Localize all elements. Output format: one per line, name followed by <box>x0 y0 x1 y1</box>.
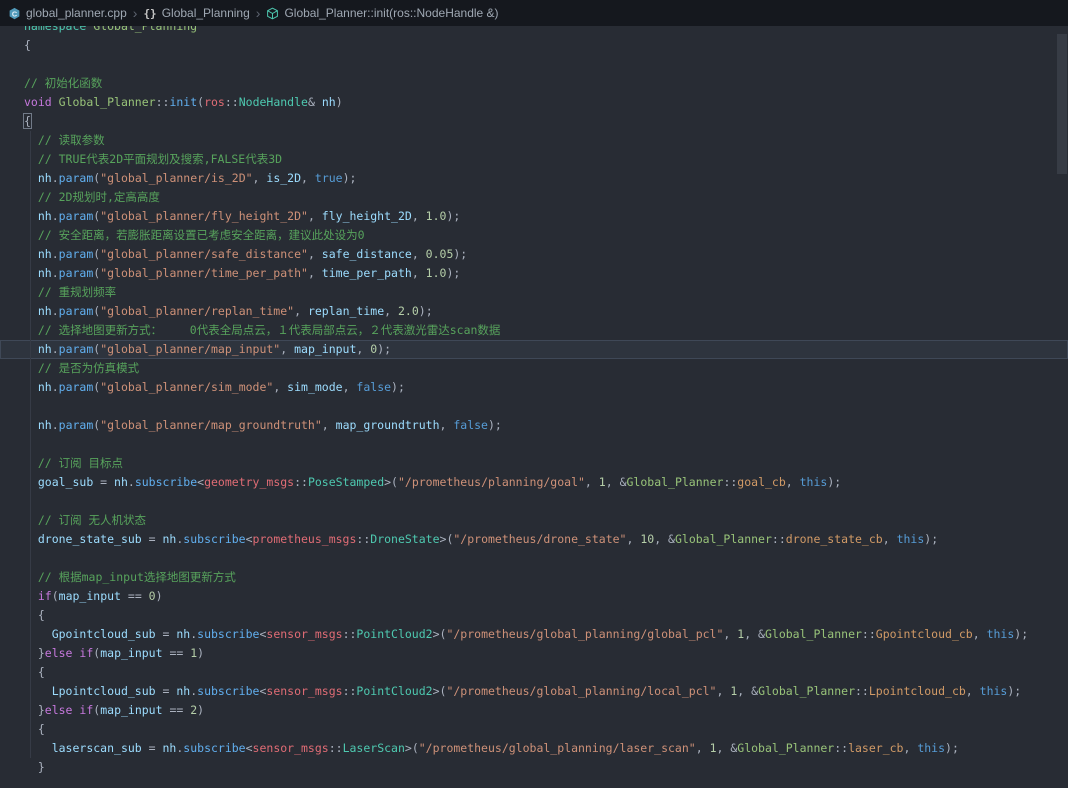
code-line[interactable]: drone_state_sub = nh.subscribe<prometheu… <box>0 530 1068 549</box>
breadcrumb-item-namespace[interactable]: {} Global_Planning <box>143 6 249 20</box>
code-line[interactable]: nh.param("global_planner/map_input", map… <box>0 340 1068 359</box>
code-line[interactable]: { <box>0 112 1068 131</box>
method-symbol-icon <box>266 7 279 20</box>
code-line[interactable]: // 根据map_input选择地图更新方式 <box>0 568 1068 587</box>
breadcrumb-namespace-label: Global_Planning <box>161 6 250 20</box>
breadcrumb: C global_planner.cpp › {} Global_Plannin… <box>0 0 1068 26</box>
code-line[interactable] <box>0 397 1068 416</box>
code-line[interactable]: nh.param("global_planner/sim_mode", sim_… <box>0 378 1068 397</box>
code-line[interactable] <box>0 492 1068 511</box>
code-line[interactable]: // 订阅 无人机状态 <box>0 511 1068 530</box>
code-line[interactable]: nh.param("global_planner/time_per_path",… <box>0 264 1068 283</box>
indent-guide <box>30 131 31 758</box>
code-line[interactable]: // 是否为仿真模式 <box>0 359 1068 378</box>
code-line[interactable]: { <box>0 720 1068 739</box>
code-line[interactable]: // 选择地图更新方式： 0代表全局点云，１代表局部点云，２代表激光雷达scan… <box>0 321 1068 340</box>
code-line[interactable]: { <box>0 36 1068 55</box>
breadcrumb-item-symbol[interactable]: Global_Planner::init(ros::NodeHandle &) <box>266 6 499 20</box>
code-line[interactable]: goal_sub = nh.subscribe<geometry_msgs::P… <box>0 473 1068 492</box>
cpp-file-icon: C <box>8 7 21 20</box>
scrollbar-thumb[interactable] <box>1057 34 1067 174</box>
code-editor-window: C global_planner.cpp › {} Global_Plannin… <box>0 0 1068 788</box>
code-line[interactable]: { <box>0 663 1068 682</box>
code-line[interactable]: nh.param("global_planner/safe_distance",… <box>0 245 1068 264</box>
code-line[interactable]: laserscan_sub = nh.subscribe<sensor_msgs… <box>0 739 1068 758</box>
code-line[interactable]: // 重规划频率 <box>0 283 1068 302</box>
code-line[interactable]: }else if(map_input == 2) <box>0 701 1068 720</box>
code-line[interactable] <box>0 549 1068 568</box>
code-area[interactable]: namespace Global_Planning{// 初始化函数 void G… <box>0 26 1068 777</box>
code-line[interactable]: nh.param("global_planner/map_groundtruth… <box>0 416 1068 435</box>
code-line[interactable]: Gpointcloud_sub = nh.subscribe<sensor_ms… <box>0 625 1068 644</box>
namespace-symbol-icon: {} <box>143 6 157 20</box>
code-line[interactable] <box>0 55 1068 74</box>
code-line[interactable]: }else if(map_input == 1) <box>0 644 1068 663</box>
editor[interactable]: namespace Global_Planning{// 初始化函数 void G… <box>0 26 1068 788</box>
code-line[interactable]: // 读取参数 <box>0 131 1068 150</box>
svg-text:C: C <box>12 9 18 18</box>
code-line[interactable]: // 初始化函数 <box>0 74 1068 93</box>
code-line[interactable]: // 2D规划时,定高高度 <box>0 188 1068 207</box>
code-line[interactable]: // 订阅 目标点 <box>0 454 1068 473</box>
breadcrumb-item-file[interactable]: C global_planner.cpp <box>8 6 127 20</box>
code-line[interactable]: Lpointcloud_sub = nh.subscribe<sensor_ms… <box>0 682 1068 701</box>
code-line[interactable]: // TRUE代表2D平面规划及搜索,FALSE代表3D <box>0 150 1068 169</box>
code-line[interactable]: nh.param("global_planner/is_2D", is_2D, … <box>0 169 1068 188</box>
code-line[interactable]: } <box>0 758 1068 777</box>
code-line[interactable]: { <box>0 606 1068 625</box>
code-line[interactable]: void Global_Planner::init(ros::NodeHandl… <box>0 93 1068 112</box>
code-line[interactable]: namespace Global_Planning <box>0 26 1068 36</box>
code-line[interactable]: if(map_input == 0) <box>0 587 1068 606</box>
scrollbar[interactable] <box>1056 26 1068 788</box>
breadcrumb-symbol-label: Global_Planner::init(ros::NodeHandle &) <box>284 6 499 20</box>
chevron-right-icon: › <box>255 5 261 21</box>
code-line[interactable]: // 安全距离，若膨胀距离设置已考虑安全距离，建议此处设为0 <box>0 226 1068 245</box>
code-line[interactable] <box>0 435 1068 454</box>
code-line[interactable]: nh.param("global_planner/fly_height_2D",… <box>0 207 1068 226</box>
breadcrumb-file-label: global_planner.cpp <box>26 6 127 20</box>
code-line[interactable]: nh.param("global_planner/replan_time", r… <box>0 302 1068 321</box>
chevron-right-icon: › <box>132 5 138 21</box>
